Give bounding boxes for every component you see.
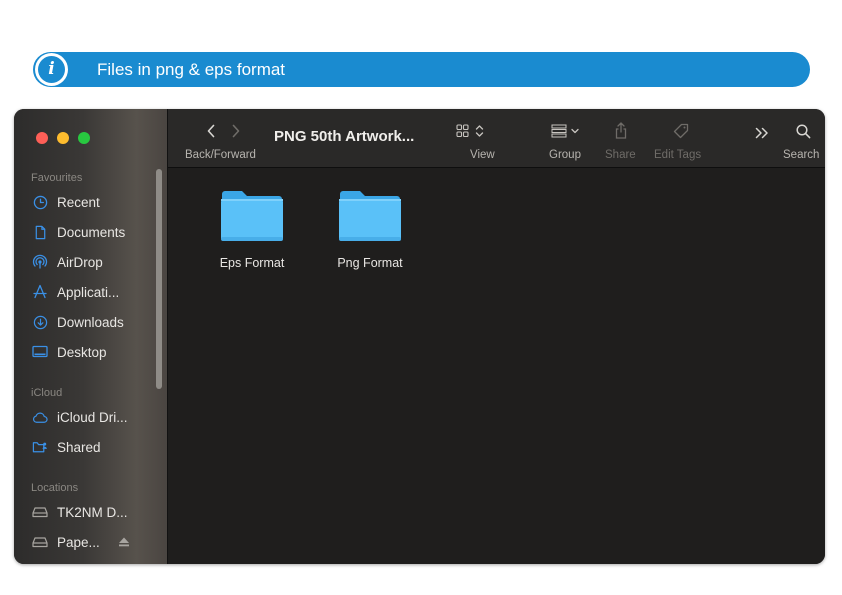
back-icon[interactable] [206,124,216,143]
zoom-button[interactable] [78,132,90,144]
view-label: View [470,149,495,161]
search-icon[interactable] [796,124,811,144]
folder-icon [339,191,401,241]
more-chevron-icon[interactable] [755,126,769,144]
file-browser-content: Eps Format Png Format [168,168,825,564]
sidebar-item-label: Documents [57,224,126,240]
window-controls [36,132,90,144]
sidebar-section-icloud: iCloud [31,387,63,399]
sidebar-item-label: Pape... [57,534,100,550]
airdrop-icon [32,254,48,270]
sidebar-scrollbar[interactable] [156,169,162,389]
sidebar-item-label: Shared [57,439,101,455]
document-icon [32,224,48,240]
folder-icon [221,191,283,241]
share-label: Share [605,149,636,161]
applications-icon [32,284,48,300]
sidebar-item-icloud-drive[interactable]: iCloud Dri... [32,406,160,428]
sidebar-item-label: iCloud Dri... [57,409,128,425]
folder-label: Eps Format [219,256,285,270]
sidebar-item-applications[interactable]: Applicati... [32,281,160,303]
sidebar-item-label: Desktop [57,344,107,360]
eject-icon[interactable] [117,535,131,549]
minimize-button[interactable] [57,132,69,144]
tag-icon[interactable] [673,123,689,144]
group-label: Group [549,149,581,161]
close-button[interactable] [36,132,48,144]
sidebar-section-favourites: Favourites [31,172,83,184]
window-title: PNG 50th Artwork... [274,128,415,145]
back-forward-label: Back/Forward [185,149,256,161]
folder-label: Png Format [337,256,403,270]
shared-folder-icon [32,439,48,455]
sidebar-item-label: Applicati... [57,284,120,300]
view-icon[interactable] [456,124,488,143]
sidebar-item-airdrop[interactable]: AirDrop [32,251,160,273]
sidebar: Favourites Recent Documents AirDrop Appl… [14,109,168,564]
sidebar-item-label: Downloads [57,314,124,330]
desktop-icon [32,344,48,360]
info-icon: i [35,53,68,86]
edit-tags-label: Edit Tags [654,149,702,161]
group-icon[interactable] [551,124,583,143]
sidebar-item-pape-drive[interactable]: Pape... [32,531,160,553]
folder-eps-format[interactable]: Eps Format [202,188,302,270]
sidebar-item-label: TK2NM D... [57,504,128,520]
sidebar-item-label: Recent [57,194,100,210]
sidebar-item-downloads[interactable]: Downloads [32,311,160,333]
forward-icon[interactable] [231,124,241,143]
cloud-icon [32,409,48,425]
sidebar-item-recent[interactable]: Recent [32,191,160,213]
info-banner: i Files in png & eps format [33,52,810,87]
sidebar-item-desktop[interactable]: Desktop [32,341,160,363]
share-icon[interactable] [615,122,627,144]
sidebar-item-documents[interactable]: Documents [32,221,160,243]
sidebar-item-label: AirDrop [57,254,103,270]
sidebar-item-tk2nm-drive[interactable]: TK2NM D... [32,501,160,523]
info-icon-glyph: i [38,56,65,83]
folder-png-format[interactable]: Png Format [320,188,420,270]
drive-icon [32,504,48,520]
toolbar: Back/Forward PNG 50th Artwork... View Gr… [168,109,825,168]
search-label: Search [783,149,820,161]
sidebar-section-locations: Locations [31,482,79,494]
finder-window: Favourites Recent Documents AirDrop Appl… [14,109,825,564]
drive-icon [32,534,48,550]
sidebar-item-shared[interactable]: Shared [32,436,160,458]
download-icon [32,314,48,330]
banner-text: Files in png & eps format [97,60,286,79]
clock-icon [32,194,48,210]
